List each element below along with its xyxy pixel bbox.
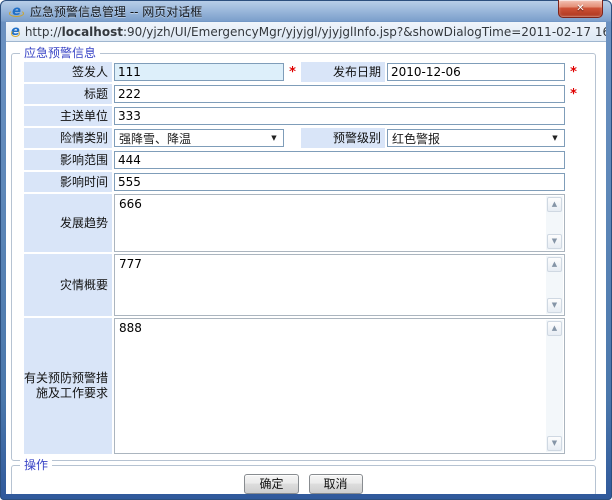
main-recipient-label: 主送单位 (24, 106, 112, 126)
issuer-label: 签发人 (24, 62, 112, 82)
form-grid: 签发人 * 发布日期 * 标题 * (24, 62, 595, 454)
prevention-measures-label: 有关预防预警措施及工作要求 (24, 318, 112, 454)
scroll-down-button[interactable]: ▼ (547, 298, 562, 313)
scroll-up-button[interactable]: ▲ (547, 197, 562, 212)
empty-marker-cell (567, 106, 580, 126)
development-trend-label: 发展趋势 (24, 194, 112, 252)
issuer-input[interactable] (114, 63, 284, 81)
scrollbar[interactable]: ▲ ▼ (546, 196, 563, 250)
publish-date-cell (387, 62, 565, 82)
publish-date-input[interactable] (387, 63, 565, 81)
disaster-summary-cell: 777 ▲ ▼ (114, 254, 565, 316)
disaster-summary-value: 777 (119, 257, 142, 271)
dialog-content: 应急预警信息 签发人 * 发布日期 * 标题 (6, 43, 606, 494)
warning-info-fieldset: 应急预警信息 签发人 * 发布日期 * 标题 (11, 53, 596, 461)
window-title: 应急预警信息管理 -- 网页对话框 (30, 3, 202, 20)
development-trend-value: 666 (119, 197, 142, 211)
warning-level-value: 红色警报 (392, 130, 440, 147)
dialog-window: e 应急预警信息管理 -- 网页对话框 ✕ e http://localhost… (0, 0, 612, 500)
impact-time-label: 影响时间 (24, 172, 112, 192)
button-row: 确定 取消 (12, 474, 595, 494)
impact-scope-label: 影响范围 (24, 150, 112, 170)
prevention-measures-cell: 888 ▲ ▼ (114, 318, 565, 454)
empty-marker-cell (567, 194, 580, 252)
actions-fieldset: 操作 确定 取消 (11, 465, 596, 494)
chevron-down-icon: ▼ (267, 131, 281, 145)
required-marker: * (286, 62, 299, 82)
scrollbar[interactable]: ▲ ▼ (546, 256, 563, 314)
close-icon: ✕ (576, 4, 584, 14)
dialog-frame: e http://localhost:90/yjzh/UI/EmergencyM… (6, 22, 606, 494)
warning-level-cell: 红色警报 ▼ (387, 128, 565, 148)
empty-marker-cell (286, 128, 299, 148)
warning-level-select[interactable]: 红色警报 ▼ (387, 129, 565, 147)
title-cell (114, 84, 565, 104)
danger-category-label: 险情类别 (24, 128, 112, 148)
danger-category-select[interactable]: 强降雪、降温 ▼ (114, 129, 284, 147)
impact-scope-cell (114, 150, 565, 170)
fieldset-legend: 应急预警信息 (20, 46, 100, 60)
scroll-up-button[interactable]: ▲ (547, 257, 562, 272)
impact-scope-input[interactable] (114, 151, 565, 169)
chevron-down-icon: ▼ (548, 131, 562, 145)
main-recipient-input[interactable] (114, 107, 565, 125)
scroll-up-button[interactable]: ▲ (547, 321, 562, 336)
required-marker: * (567, 62, 580, 82)
title-input[interactable] (114, 85, 565, 103)
scroll-down-button[interactable]: ▼ (547, 234, 562, 249)
scroll-down-button[interactable]: ▼ (547, 436, 562, 451)
prevention-measures-value: 888 (119, 321, 142, 335)
impact-time-input[interactable] (114, 173, 565, 191)
publish-date-label: 发布日期 (301, 62, 385, 82)
close-button[interactable]: ✕ (558, 0, 603, 18)
empty-marker-cell (567, 172, 580, 192)
impact-time-cell (114, 172, 565, 192)
required-marker: * (567, 84, 580, 104)
ie-icon: e (9, 4, 24, 19)
main-recipient-cell (114, 106, 565, 126)
title-bar: e 应急预警信息管理 -- 网页对话框 ✕ (0, 0, 612, 22)
address-bar: e http://localhost:90/yjzh/UI/EmergencyM… (6, 22, 606, 42)
danger-category-value: 强降雪、降温 (119, 130, 191, 147)
actions-legend: 操作 (20, 458, 52, 472)
url-text: http://localhost:90/yjzh/UI/EmergencyMgr… (25, 25, 606, 39)
disaster-summary-label: 灾情概要 (24, 254, 112, 316)
development-trend-textarea[interactable]: 666 ▲ ▼ (114, 194, 565, 252)
title-label: 标题 (24, 84, 112, 104)
empty-marker-cell (567, 128, 580, 148)
issuer-cell (114, 62, 284, 82)
empty-marker-cell (567, 150, 580, 170)
prevention-measures-textarea[interactable]: 888 ▲ ▼ (114, 318, 565, 454)
empty-marker-cell (567, 254, 580, 316)
ie-icon: e (11, 24, 20, 39)
scrollbar[interactable]: ▲ ▼ (546, 320, 563, 452)
warning-level-label: 预警级别 (301, 128, 385, 148)
danger-category-cell: 强降雪、降温 ▼ (114, 128, 284, 148)
cancel-button[interactable]: 取消 (309, 474, 363, 494)
development-trend-cell: 666 ▲ ▼ (114, 194, 565, 252)
ok-button[interactable]: 确定 (244, 474, 298, 494)
disaster-summary-textarea[interactable]: 777 ▲ ▼ (114, 254, 565, 316)
empty-marker-cell (567, 318, 580, 454)
